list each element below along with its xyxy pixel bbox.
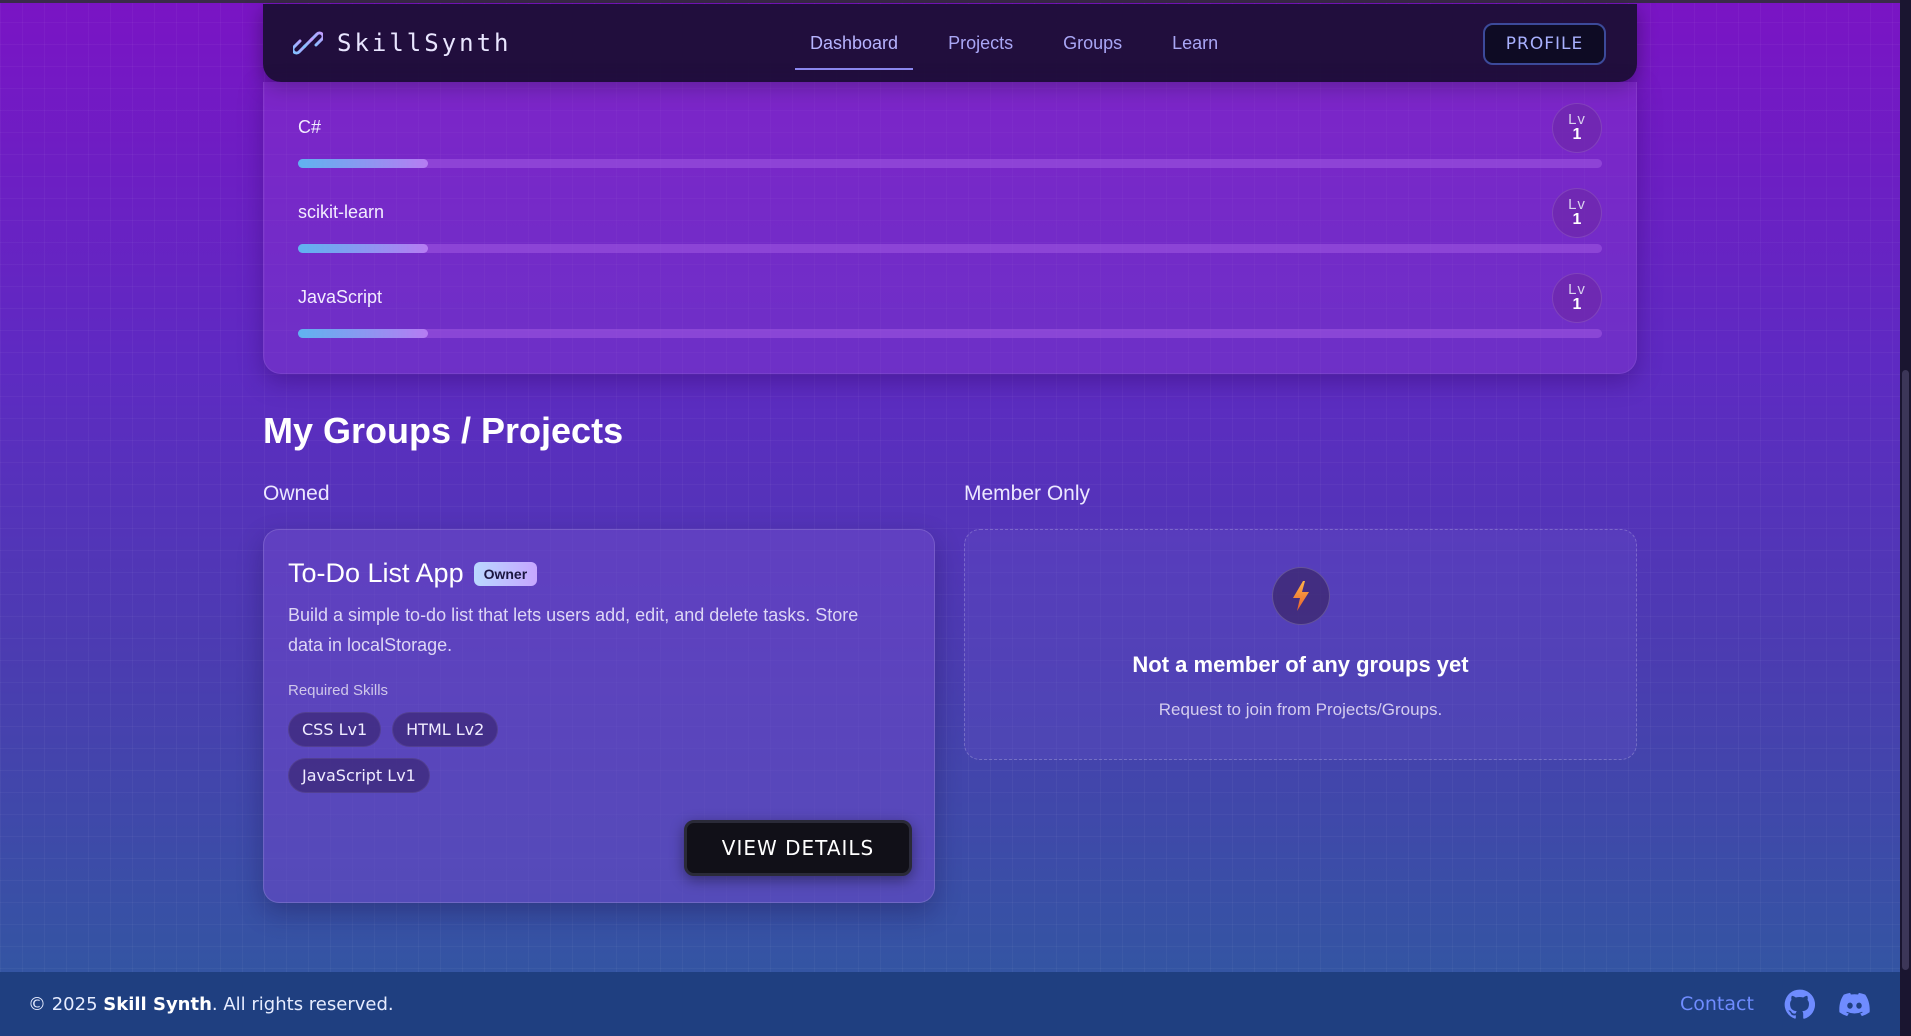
required-skills-label: Required Skills — [288, 682, 389, 699]
skill-name: C# — [298, 117, 322, 137]
profile-button[interactable]: PROFILE — [1483, 23, 1606, 65]
discord-icon[interactable] — [1839, 989, 1870, 1020]
project-card: To-Do List App Owner Build a simple to-d… — [263, 529, 935, 903]
level-value: 1 — [1572, 211, 1582, 229]
copyright-brand: Skill Synth — [103, 993, 212, 1015]
copyright-prefix: © 2025 — [28, 993, 104, 1015]
project-title: To-Do List App — [288, 558, 464, 588]
nav-link-learn[interactable]: Learn — [1147, 4, 1243, 82]
level-label: Lv — [1568, 195, 1586, 213]
view-details-button[interactable]: VIEW DETAILS — [684, 820, 912, 876]
level-label: Lv — [1568, 280, 1586, 298]
nav-link-dashboard[interactable]: Dashboard — [785, 4, 923, 82]
link-icon — [293, 31, 323, 55]
project-description: Build a simple to-do list that lets user… — [288, 605, 859, 655]
skill-row: C# Lv 1 — [298, 103, 1602, 173]
skill-level-badge: Lv 1 — [1552, 103, 1602, 153]
copyright-text: © 2025 Skill Synth. All rights reserved. — [28, 994, 394, 1015]
level-label: Lv — [1568, 110, 1586, 128]
member-empty-state: Not a member of any groups yet Request t… — [964, 529, 1637, 760]
nav-link-projects[interactable]: Projects — [923, 4, 1038, 82]
skill-name: scikit-learn — [298, 202, 385, 222]
required-skills-list: CSS Lv1 HTML Lv2 JavaScript Lv1 — [288, 712, 588, 793]
skill-row: scikit-learn Lv 1 — [298, 188, 1602, 258]
skill-row: JavaScript Lv 1 — [298, 273, 1602, 343]
empty-state-icon-wrap — [1272, 567, 1330, 625]
skill-progress-fill — [298, 159, 429, 168]
member-only-label: Member Only — [964, 482, 1091, 505]
browser-edge — [0, 0, 1911, 3]
brand-name: SkillSynth — [337, 29, 512, 57]
skill-chip: CSS Lv1 — [288, 712, 382, 747]
skill-chip: JavaScript Lv1 — [288, 758, 430, 793]
scrollbar-thumb[interactable] — [1902, 370, 1909, 970]
owner-badge: Owner — [473, 561, 538, 586]
skill-progress-bar — [298, 159, 1602, 168]
skill-progress-bar — [298, 329, 1602, 338]
footer: © 2025 Skill Synth. All rights reserved.… — [0, 972, 1900, 1036]
skill-chip: HTML Lv2 — [392, 712, 499, 747]
skill-progress-bar — [298, 244, 1602, 253]
owned-label: Owned — [263, 482, 330, 505]
nav-links: Dashboard Projects Groups Learn — [785, 4, 1243, 82]
project-title-row: To-Do List App Owner — [288, 558, 538, 589]
top-navbar: SkillSynth Dashboard Projects Groups Lea… — [263, 4, 1637, 82]
skill-level-badge: Lv 1 — [1552, 273, 1602, 323]
github-icon[interactable] — [1784, 989, 1815, 1020]
skill-level-badge: Lv 1 — [1552, 188, 1602, 238]
nav-link-groups[interactable]: Groups — [1038, 4, 1147, 82]
empty-state-subtitle: Request to join from Projects/Groups. — [1158, 700, 1443, 719]
lightning-bolt-icon — [1293, 581, 1309, 611]
skills-card: C# Lv 1 scikit-learn Lv 1 JavaScript Lv … — [263, 82, 1637, 374]
contact-link[interactable]: Contact — [1680, 993, 1754, 1015]
skill-name: JavaScript — [298, 287, 383, 307]
empty-state-title: Not a member of any groups yet — [1132, 652, 1469, 677]
level-value: 1 — [1572, 126, 1582, 144]
brand-logo[interactable]: SkillSynth — [293, 28, 512, 58]
skill-progress-fill — [298, 329, 429, 338]
level-value: 1 — [1572, 296, 1582, 314]
section-title: My Groups / Projects — [263, 410, 624, 451]
copyright-suffix: . All rights reserved. — [211, 993, 394, 1015]
skill-progress-fill — [298, 244, 429, 253]
